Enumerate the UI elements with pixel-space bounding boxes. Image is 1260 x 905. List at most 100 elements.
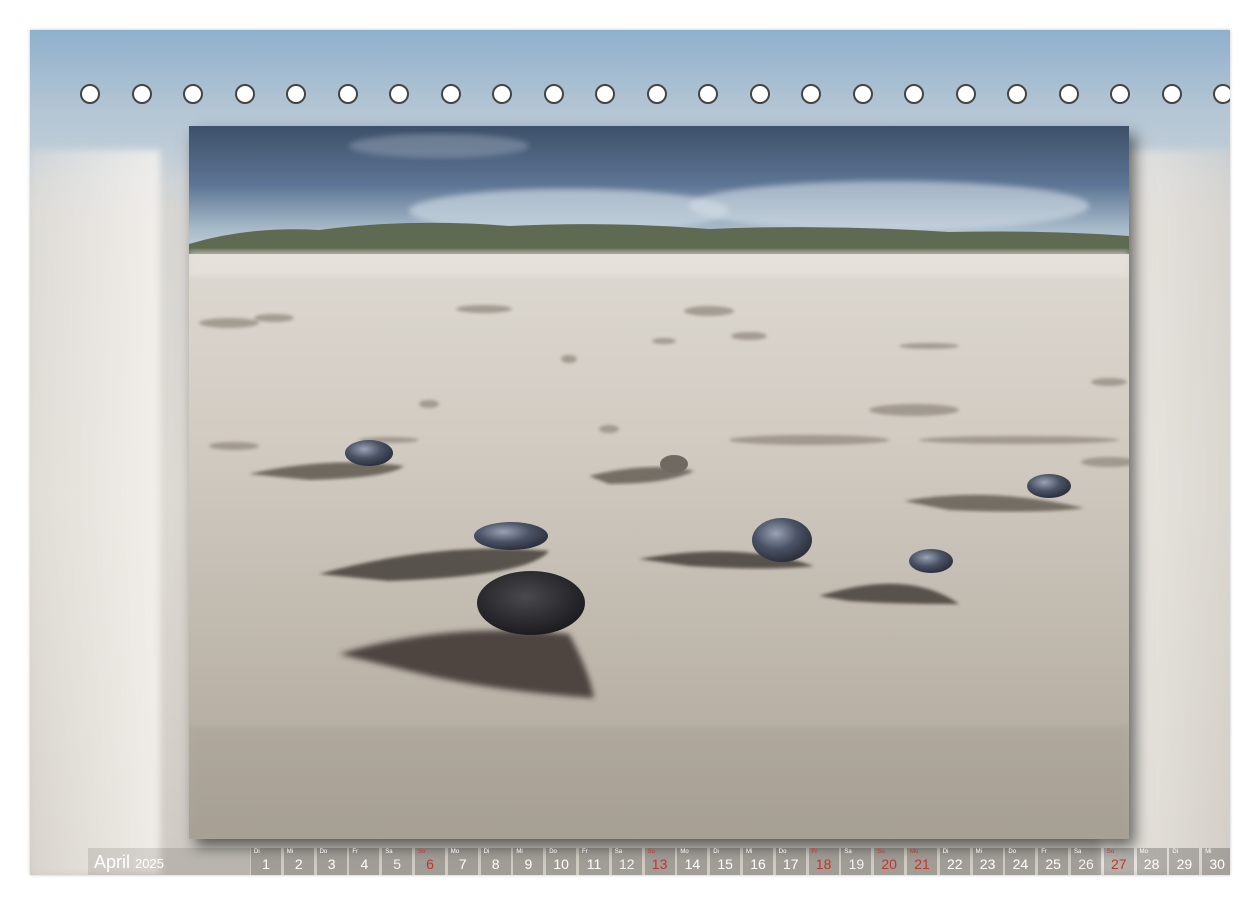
day-number: 10 [553,856,569,872]
day-cell: Sa 26 [1071,848,1101,875]
binding-hole [234,84,255,104]
weekday-label: So [418,849,426,855]
binding-hole [337,84,358,104]
day-cell: Di 8 [480,848,511,875]
weekday-label: Mo [1139,849,1148,855]
binding-hole [440,84,461,104]
day-number: 19 [848,856,865,872]
day-cell: Mi 2 [283,848,314,875]
day-number: 27 [1111,856,1127,872]
binding-hole [852,84,873,104]
day-cell: Mo 7 [447,848,478,875]
day-number: 18 [815,856,832,872]
binding-hole [389,84,409,104]
weekday-label: Fr [352,849,359,855]
binding-hole [80,84,100,104]
binding-hole [131,84,152,104]
day-cell: So 13 [644,848,675,875]
weekday-label: Fr [582,849,588,855]
weekday-label: So [647,849,655,855]
beach-shells-photo [189,126,1129,839]
weekday-label: Mi [975,849,982,855]
weekday-label: Di [1172,849,1179,855]
month-year: 2025 [135,856,164,871]
day-number: 26 [1078,856,1094,872]
binding-hole [1058,84,1079,104]
day-cell: Do 10 [546,848,577,875]
binding-hole [1161,84,1182,104]
binding-hole [646,84,667,104]
day-cell: Sa 19 [841,848,872,875]
day-cell: Di 22 [939,848,970,875]
binding-hole [801,84,821,104]
binding-hole [1213,84,1230,104]
weekday-label: Sa [614,849,623,855]
binding-hole [749,84,770,104]
binding-hole [286,84,306,104]
day-cell: Fr 18 [808,848,839,875]
day-cell: Mo 14 [677,848,708,875]
day-number: 25 [1045,856,1061,872]
binding-holes [80,84,1230,110]
day-number: 12 [619,856,635,872]
day-number: 24 [1012,856,1029,872]
weekday-label: Do [778,849,787,855]
day-cell: Di 1 [251,848,281,875]
day-cell: Mi 16 [743,848,773,875]
weekday-label: Sa [844,849,852,855]
day-cell: Fr 4 [349,848,380,875]
weekday-label: Mo [910,849,919,855]
binding-hole [183,84,203,104]
binding-hole [698,84,718,104]
day-cell: Do 3 [316,848,347,875]
weekday-label: Sa [1074,849,1082,855]
weekday-label: So [1106,849,1115,855]
weekday-label: Do [549,849,557,855]
day-cell: Mi 9 [513,848,544,875]
day-number: 7 [458,856,467,872]
day-number: 6 [426,856,434,872]
day-cell: So 6 [415,848,445,875]
day-cell: Di 15 [710,848,741,875]
weekday-label: Mi [746,849,753,855]
day-number: 21 [914,856,930,872]
day-number: 17 [783,856,799,872]
weekday-label: Mi [516,849,523,855]
day-cell: Fr 11 [579,848,609,875]
day-number: 13 [651,856,668,872]
day-cell: Mo 28 [1136,848,1167,875]
calendar-page: April 2025 Di 1 Mi 2 Do 3 Fr 4 Sa 5 So 6 Mo 7 Di 8 Mi 9 Do… [30,30,1230,875]
weekday-label: Fr [811,849,818,855]
day-number: 11 [586,856,602,872]
day-cell: Mo 21 [907,848,937,875]
day-number: 1 [262,856,270,872]
day-number: 3 [327,856,336,872]
weekday-label: Do [319,849,328,855]
day-number: 30 [1209,856,1225,872]
weekday-label: Mo [680,849,689,855]
day-cell: Di 29 [1169,848,1200,875]
binding-hole [543,84,564,104]
month-name: April [94,851,131,872]
day-number: 8 [491,856,500,872]
weekday-label: So [877,849,885,855]
calendar-strip: April 2025 Di 1 Mi 2 Do 3 Fr 4 Sa 5 So 6 Mo 7 Di 8 Mi 9 Do… [88,848,1230,875]
day-number: 2 [294,856,303,872]
weekday-label: Di [942,849,949,855]
binding-hole [595,84,615,104]
day-number: 20 [881,856,897,872]
day-cell: Mi 30 [1202,848,1230,875]
weekday-label: Di [254,849,260,855]
binding-hole [1007,84,1027,104]
weekday-label: Mi [1205,849,1212,855]
day-number: 4 [360,856,369,872]
day-number: 15 [717,856,733,872]
weekday-label: Sa [385,849,393,855]
day-cell: Do 17 [775,848,806,875]
day-cell: Sa 12 [611,848,642,875]
day-cell: So 27 [1103,848,1134,875]
weekday-label: Di [713,849,719,855]
binding-hole [904,84,924,104]
weekday-label: Mo [450,849,460,855]
day-cell: Do 24 [1005,848,1036,875]
